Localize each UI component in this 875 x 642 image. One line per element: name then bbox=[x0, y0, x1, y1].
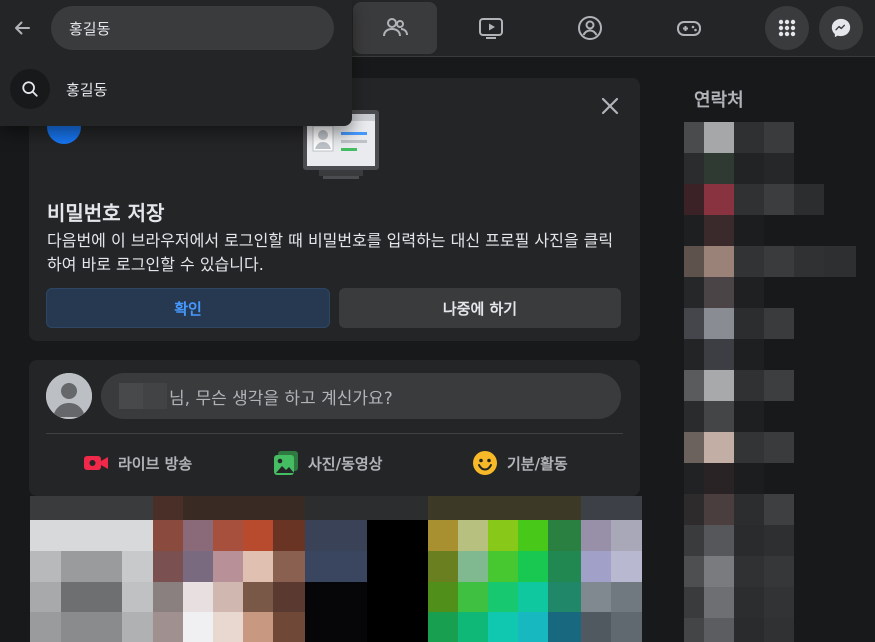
back-button[interactable] bbox=[4, 8, 40, 48]
save-password-title: 비밀번호 저장 bbox=[47, 201, 165, 225]
confirm-button[interactable]: 확인 bbox=[46, 288, 330, 328]
later-button[interactable]: 나중에 하기 bbox=[339, 288, 621, 328]
blurred-contacts-list bbox=[684, 122, 856, 642]
search-dropdown: 홍길동 bbox=[0, 0, 352, 126]
close-button[interactable] bbox=[592, 88, 628, 124]
contacts-title: 연락처 bbox=[694, 90, 744, 111]
arrow-left-icon bbox=[15, 21, 30, 35]
menu-button[interactable] bbox=[765, 6, 809, 50]
watch-video-icon bbox=[479, 18, 503, 39]
grid-menu-icon bbox=[778, 19, 796, 37]
search-suggestion-item[interactable]: 홍길동 bbox=[8, 64, 344, 114]
feeling-activity-button[interactable]: 기분/활동 bbox=[471, 448, 568, 478]
search-input[interactable] bbox=[51, 6, 334, 50]
composer-prompt: 님, 무슨 생각을 하고 계신가요? bbox=[169, 388, 393, 409]
feeling-activity-label: 기분/활동 bbox=[507, 454, 568, 473]
blurred-user-name bbox=[119, 383, 167, 409]
save-password-description: 다음번에 이 브라우저에서 로그인할 때 비밀번호를 입력하는 대신 프로필 사… bbox=[47, 231, 614, 274]
blurred-stories-preview bbox=[30, 496, 642, 642]
groups-icon bbox=[578, 16, 602, 40]
default-avatar-icon bbox=[46, 373, 92, 419]
post-composer-card: 님, 무슨 생각을 하고 계신가요? 라이브 방송 사진/동영상 기분/활동 bbox=[29, 360, 640, 496]
composer-divider bbox=[46, 433, 623, 434]
search-icon bbox=[10, 69, 50, 109]
nav-tab-watch[interactable] bbox=[449, 2, 533, 54]
gamepad-icon bbox=[677, 21, 701, 36]
avatar[interactable] bbox=[46, 373, 92, 419]
messenger-button[interactable] bbox=[819, 6, 863, 50]
live-video-button[interactable]: 라이브 방송 bbox=[82, 448, 192, 478]
photo-video-button[interactable]: 사진/동영상 bbox=[272, 448, 382, 478]
live-video-icon bbox=[84, 456, 108, 470]
friends-icon bbox=[383, 18, 408, 37]
messenger-icon bbox=[831, 18, 851, 38]
nav-tab-groups[interactable] bbox=[548, 2, 632, 54]
nav-tab-gaming[interactable] bbox=[647, 2, 731, 54]
search-suggestion-label: 홍길동 bbox=[66, 80, 108, 99]
nav-tab-friends[interactable] bbox=[353, 2, 437, 54]
photo-video-icon bbox=[274, 451, 298, 475]
photo-video-label: 사진/동영상 bbox=[308, 454, 383, 473]
feeling-icon bbox=[473, 451, 497, 475]
close-icon bbox=[601, 97, 619, 115]
whats-on-your-mind-input[interactable]: 님, 무슨 생각을 하고 계신가요? bbox=[101, 373, 621, 419]
live-video-label: 라이브 방송 bbox=[118, 454, 193, 473]
